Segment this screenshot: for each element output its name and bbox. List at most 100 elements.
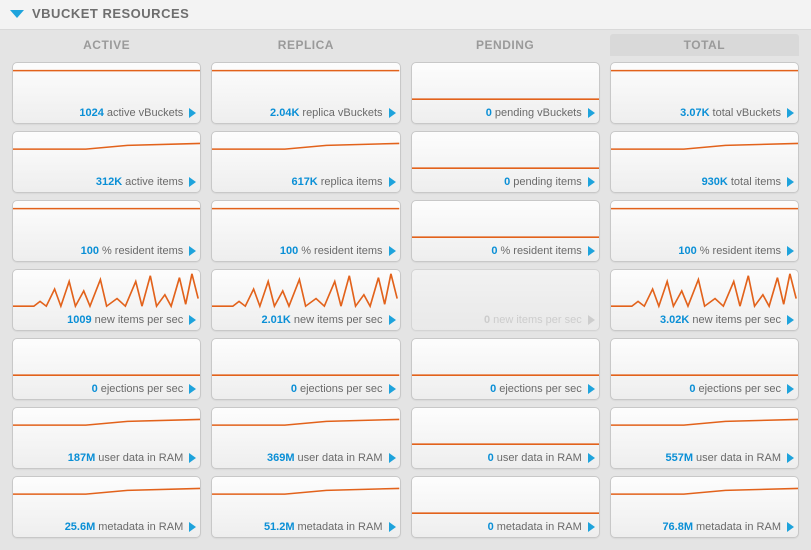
- metric-cell[interactable]: 0metadata in RAM: [411, 476, 600, 538]
- metric-value: 369M: [267, 452, 295, 464]
- play-icon[interactable]: [787, 315, 794, 325]
- sparkline: [611, 477, 798, 517]
- play-icon[interactable]: [189, 177, 196, 187]
- play-icon[interactable]: [389, 177, 396, 187]
- section-title: VBUCKET RESOURCES: [32, 6, 189, 21]
- metric-cell[interactable]: 930Ktotal items: [610, 131, 799, 193]
- metric-cell[interactable]: 100% resident items: [12, 200, 201, 262]
- metric-value: 1024: [79, 107, 103, 119]
- play-icon[interactable]: [189, 522, 196, 532]
- metric-cell[interactable]: 557Muser data in RAM: [610, 407, 799, 469]
- metric-value: 557M: [665, 452, 693, 464]
- play-icon[interactable]: [588, 522, 595, 532]
- metric-footer: 100% resident items: [13, 241, 200, 261]
- metric-label: pending items: [513, 176, 582, 188]
- metric-cell[interactable]: 2.01Knew items per sec: [211, 269, 400, 331]
- metric-cell[interactable]: 1009new items per sec: [12, 269, 201, 331]
- metric-footer: 0pending vBuckets: [412, 103, 599, 123]
- metric-value: 0: [484, 314, 490, 326]
- column-header-active[interactable]: ACTIVE: [12, 34, 201, 56]
- play-icon[interactable]: [787, 453, 794, 463]
- play-icon[interactable]: [787, 177, 794, 187]
- play-icon[interactable]: [189, 384, 196, 394]
- play-icon[interactable]: [787, 108, 794, 118]
- metric-row: 1009new items per sec2.01Knew items per …: [12, 269, 799, 331]
- sparkline: [412, 63, 599, 103]
- metric-value: 0: [490, 383, 496, 395]
- metric-footer: 0ejections per sec: [412, 379, 599, 399]
- metric-footer: 3.02Knew items per sec: [611, 310, 798, 330]
- play-icon[interactable]: [588, 108, 595, 118]
- sparkline: [212, 201, 399, 241]
- metric-cell[interactable]: 3.02Knew items per sec: [610, 269, 799, 331]
- metric-value: 2.01K: [261, 314, 290, 326]
- metric-label: % resident items: [301, 245, 382, 257]
- metric-value: 3.02K: [660, 314, 689, 326]
- play-icon[interactable]: [389, 108, 396, 118]
- metric-cell[interactable]: 0user data in RAM: [411, 407, 600, 469]
- metric-label: metadata in RAM: [696, 521, 781, 533]
- metric-cell[interactable]: 369Muser data in RAM: [211, 407, 400, 469]
- metric-value: 25.6M: [65, 521, 96, 533]
- metric-label: metadata in RAM: [98, 521, 183, 533]
- column-header-total[interactable]: TOTAL: [610, 34, 799, 56]
- column-header-replica[interactable]: REPLICA: [211, 34, 400, 56]
- metric-cell[interactable]: 0pending items: [411, 131, 600, 193]
- metric-cell[interactable]: 100% resident items: [211, 200, 400, 262]
- sparkline: [611, 408, 798, 448]
- metric-value: 100: [81, 245, 99, 257]
- play-icon[interactable]: [389, 453, 396, 463]
- play-icon[interactable]: [787, 246, 794, 256]
- sparkline: [13, 477, 200, 517]
- play-icon[interactable]: [189, 108, 196, 118]
- metric-cell[interactable]: 0ejections per sec: [610, 338, 799, 400]
- metric-footer: 100% resident items: [212, 241, 399, 261]
- play-icon[interactable]: [389, 315, 396, 325]
- play-icon[interactable]: [787, 384, 794, 394]
- metric-cell[interactable]: 3.07Ktotal vBuckets: [610, 62, 799, 124]
- play-icon[interactable]: [389, 246, 396, 256]
- play-icon[interactable]: [588, 246, 595, 256]
- column-header-pending[interactable]: PENDING: [411, 34, 600, 56]
- metric-footer: 0metadata in RAM: [412, 517, 599, 537]
- metric-cell[interactable]: 0ejections per sec: [12, 338, 201, 400]
- metric-value: 100: [678, 245, 696, 257]
- metric-footer: 0% resident items: [412, 241, 599, 261]
- play-icon[interactable]: [588, 384, 595, 394]
- metric-label: ejections per sec: [101, 383, 184, 395]
- metric-label: ejections per sec: [300, 383, 383, 395]
- metric-row: 100% resident items100% resident items0%…: [12, 200, 799, 262]
- sparkline: [412, 339, 599, 379]
- metric-cell[interactable]: 51.2Mmetadata in RAM: [211, 476, 400, 538]
- metric-cell[interactable]: 76.8Mmetadata in RAM: [610, 476, 799, 538]
- metric-label: user data in RAM: [497, 452, 582, 464]
- metric-cell[interactable]: 0ejections per sec: [211, 338, 400, 400]
- metric-cell[interactable]: 617Kreplica items: [211, 131, 400, 193]
- metric-cell[interactable]: 0ejections per sec: [411, 338, 600, 400]
- metric-cell[interactable]: 1024active vBuckets: [12, 62, 201, 124]
- play-icon[interactable]: [189, 246, 196, 256]
- play-icon[interactable]: [389, 384, 396, 394]
- metric-cell[interactable]: 0new items per sec: [411, 269, 600, 331]
- metric-cell[interactable]: 0pending vBuckets: [411, 62, 600, 124]
- metric-row: 25.6Mmetadata in RAM51.2Mmetadata in RAM…: [12, 476, 799, 538]
- play-icon[interactable]: [588, 315, 595, 325]
- play-icon[interactable]: [588, 453, 595, 463]
- section-header[interactable]: VBUCKET RESOURCES: [0, 0, 811, 30]
- play-icon[interactable]: [588, 177, 595, 187]
- metric-cell[interactable]: 187Muser data in RAM: [12, 407, 201, 469]
- play-icon[interactable]: [189, 453, 196, 463]
- metric-cell[interactable]: 2.04Kreplica vBuckets: [211, 62, 400, 124]
- metric-value: 0: [92, 383, 98, 395]
- metric-cell[interactable]: 100% resident items: [610, 200, 799, 262]
- play-icon[interactable]: [787, 522, 794, 532]
- metric-cell[interactable]: 0% resident items: [411, 200, 600, 262]
- metric-cell[interactable]: 25.6Mmetadata in RAM: [12, 476, 201, 538]
- play-icon[interactable]: [389, 522, 396, 532]
- sparkline: [412, 201, 599, 241]
- metric-footer: 369Muser data in RAM: [212, 448, 399, 468]
- metric-value: 617K: [291, 176, 317, 188]
- metric-label: % resident items: [102, 245, 183, 257]
- play-icon[interactable]: [189, 315, 196, 325]
- metric-cell[interactable]: 312Kactive items: [12, 131, 201, 193]
